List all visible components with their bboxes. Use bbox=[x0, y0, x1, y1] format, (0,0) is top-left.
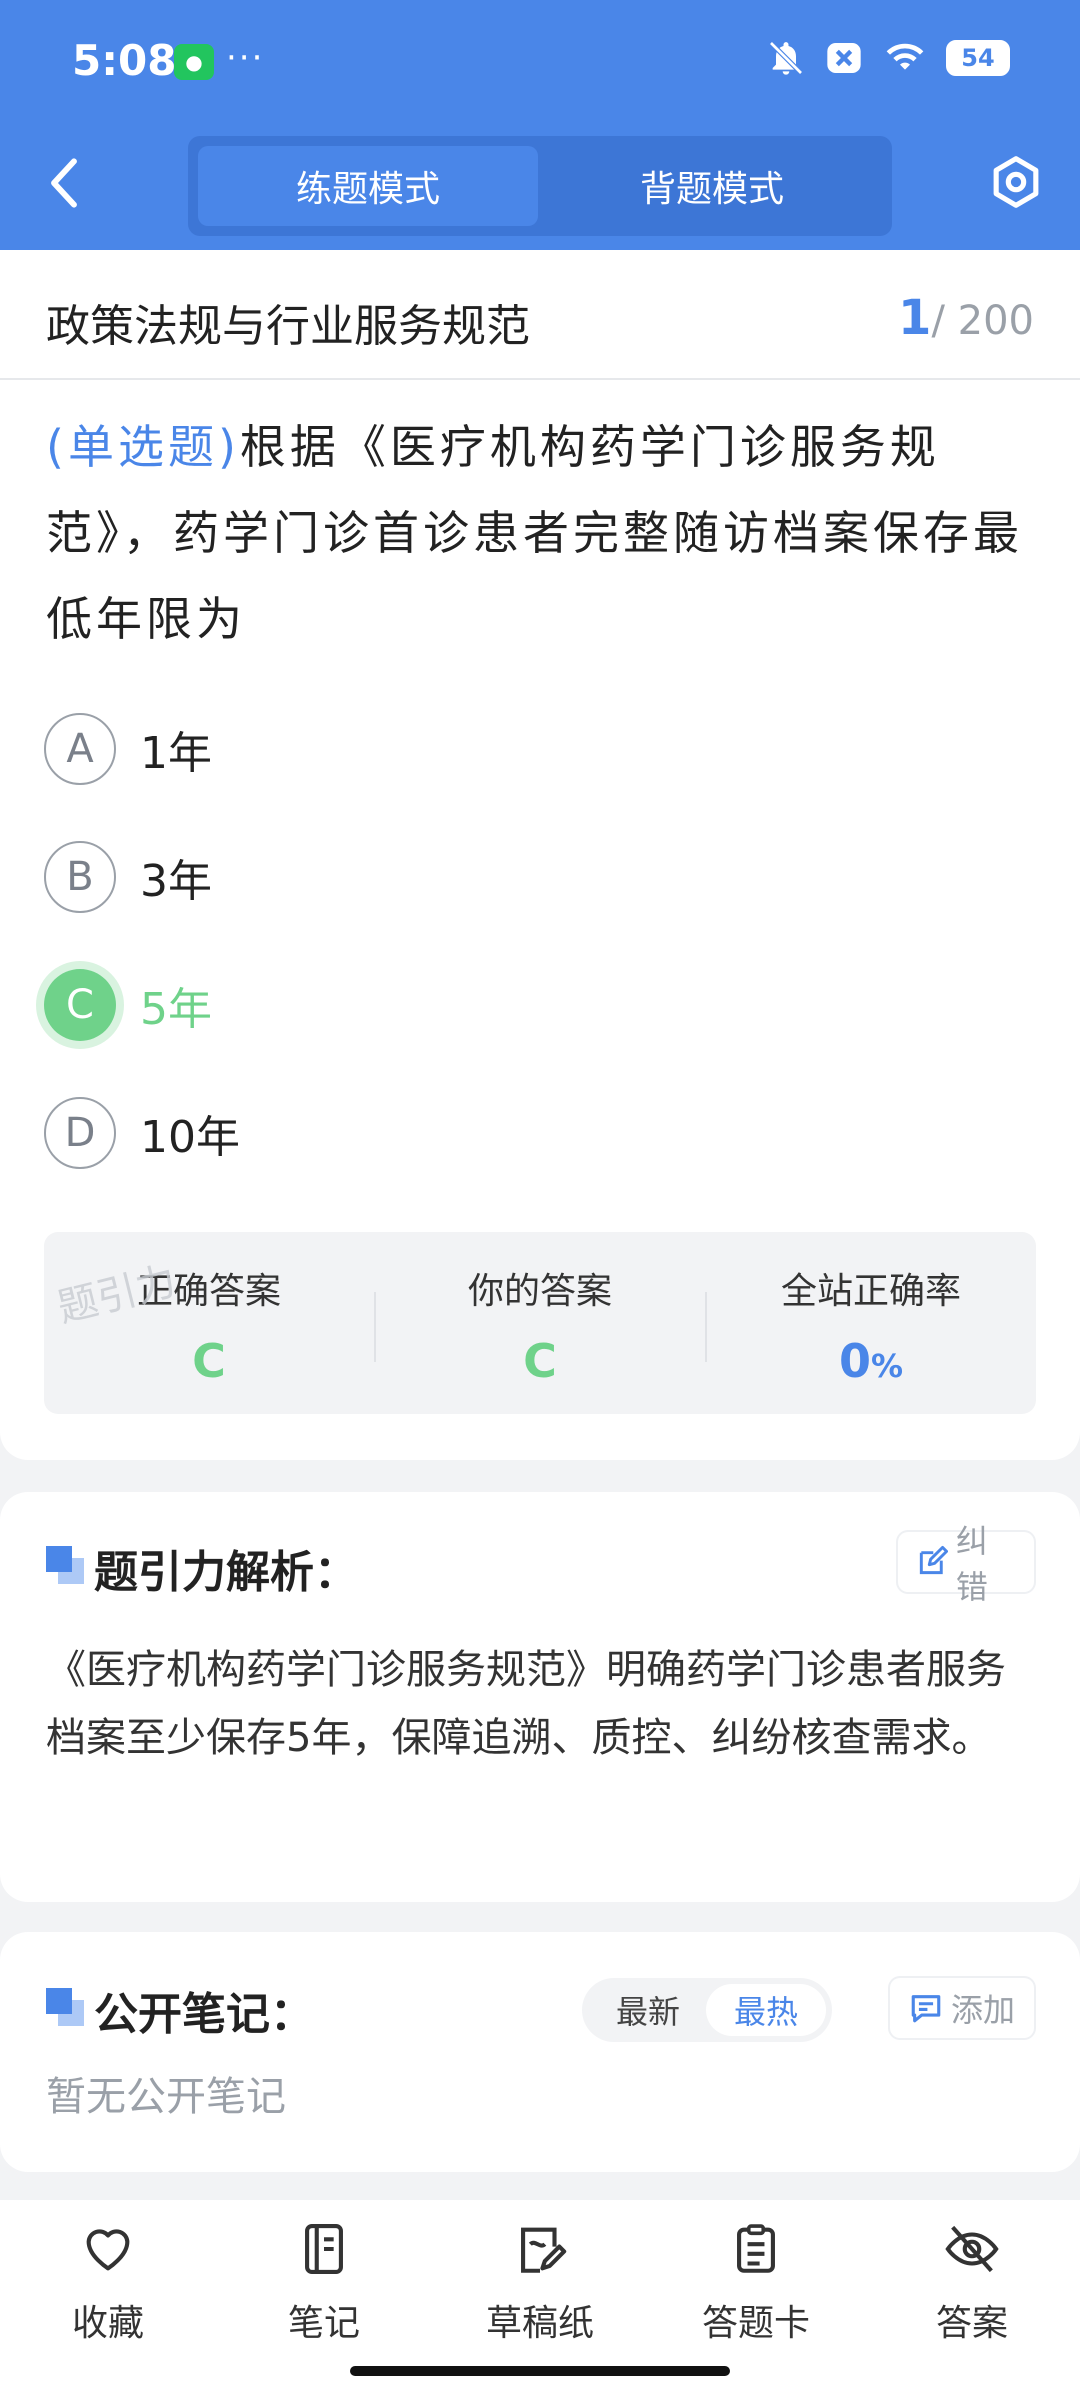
correct-answer-value: C bbox=[192, 1334, 226, 1388]
notebook-icon bbox=[305, 2223, 343, 2275]
sort-hottest[interactable]: 最热 bbox=[706, 1984, 826, 2036]
heart-icon bbox=[86, 2229, 130, 2271]
site-accuracy-number: 0 bbox=[838, 1334, 871, 1388]
settings-icon[interactable] bbox=[988, 154, 1044, 210]
option-letter: D bbox=[44, 1097, 116, 1169]
mode-switch: 练题模式 背题模式 bbox=[188, 136, 892, 236]
site-accuracy: 全站正确率 0% bbox=[706, 1262, 1036, 1388]
answer-sheet-icon bbox=[737, 2224, 775, 2273]
your-answer: 你的答案 C bbox=[375, 1262, 705, 1388]
report-error-button[interactable]: 纠错 bbox=[898, 1522, 1034, 1606]
section-icon bbox=[46, 1546, 84, 1584]
tab-answer[interactable]: 答案 bbox=[872, 2220, 1072, 2346]
analysis-title: 题引力解析： bbox=[94, 1547, 358, 1598]
current-question-number: 1 bbox=[898, 290, 932, 346]
tab-practice-mode[interactable]: 练题模式 bbox=[198, 146, 538, 226]
question-text: (单选题)根据《医疗机构药学门诊服务规范》，药学门诊首诊患者完整随访档案保存最低… bbox=[46, 404, 1036, 662]
back-icon[interactable] bbox=[44, 158, 84, 208]
option-a[interactable]: A 1年 bbox=[44, 712, 212, 786]
option-letter: A bbox=[44, 713, 116, 785]
answer-summary: 正确答案 C 你的答案 C 全站正确率 0% bbox=[44, 1232, 1036, 1414]
notes-title: 公开笔记： bbox=[94, 1989, 314, 2040]
option-d[interactable]: D 10年 bbox=[44, 1096, 240, 1170]
battery-indicator: 54 bbox=[946, 40, 1010, 76]
notes-sort-toggle: 最新 最热 bbox=[582, 1978, 832, 2042]
more-notifications-icon: ··· bbox=[226, 38, 265, 78]
wifi-icon bbox=[886, 43, 924, 70]
bell-off-icon bbox=[769, 41, 803, 75]
sort-newest[interactable]: 最新 bbox=[588, 1984, 708, 2036]
notes-card bbox=[0, 1932, 1080, 2172]
tab-label: 收藏 bbox=[71, 2303, 144, 2344]
tab-label: 草稿纸 bbox=[485, 2303, 594, 2344]
your-answer-value: C bbox=[523, 1334, 557, 1388]
tab-draft-paper[interactable]: 草稿纸 bbox=[440, 2220, 640, 2346]
tab-favorite[interactable]: 收藏 bbox=[8, 2220, 208, 2346]
comment-icon bbox=[911, 1995, 941, 2023]
draft-paper-icon bbox=[521, 2227, 567, 2273]
subject-title: 政策法规与行业服务规范 bbox=[46, 301, 530, 352]
option-text: 1年 bbox=[140, 728, 212, 779]
option-letter: C bbox=[44, 969, 116, 1041]
site-accuracy-value: 0% bbox=[706, 1334, 1036, 1388]
status-time: 5:08 bbox=[72, 36, 177, 85]
add-note-label: 添加 bbox=[950, 1991, 1015, 2029]
analysis-text: 《医疗机构药学门诊服务规范》明确药学门诊患者服务档案至少保存5年，保障追溯、质控… bbox=[46, 1647, 1006, 1761]
tab-answer-sheet[interactable]: 答题卡 bbox=[656, 2220, 856, 2346]
close-box-icon bbox=[827, 43, 861, 73]
tab-label: 笔记 bbox=[287, 2303, 360, 2344]
status-icons: 54 bbox=[766, 38, 1010, 78]
question-counter: 1/ 200 bbox=[898, 290, 1034, 346]
eye-off-icon bbox=[945, 2225, 999, 2273]
site-accuracy-unit: % bbox=[870, 1347, 904, 1385]
option-b[interactable]: B 3年 bbox=[44, 840, 212, 914]
report-error-label: 纠错 bbox=[955, 1522, 988, 1606]
edit-icon bbox=[919, 1545, 948, 1575]
tab-notes[interactable]: 笔记 bbox=[224, 2220, 424, 2346]
option-text: 5年 bbox=[140, 984, 212, 1035]
option-text: 10年 bbox=[140, 1112, 240, 1163]
option-c[interactable]: C 5年 bbox=[44, 968, 212, 1042]
total-questions: / 200 bbox=[931, 298, 1034, 344]
home-indicator[interactable] bbox=[350, 2366, 730, 2376]
option-letter: B bbox=[44, 841, 116, 913]
tab-label: 答案 bbox=[935, 2303, 1008, 2344]
question-type: (单选题) bbox=[46, 420, 240, 474]
your-answer-label: 你的答案 bbox=[467, 1271, 612, 1312]
site-accuracy-label: 全站正确率 bbox=[780, 1271, 961, 1312]
section-icon bbox=[46, 1988, 84, 2026]
option-text: 3年 bbox=[140, 856, 212, 907]
wechat-icon: ● bbox=[174, 44, 214, 80]
empty-notes-text: 暂无公开笔记 bbox=[46, 2074, 286, 2120]
tab-label: 答题卡 bbox=[701, 2303, 810, 2344]
divider bbox=[0, 378, 1080, 380]
top-header: 5:08 ● ··· 54 练题模式 背题模式 bbox=[0, 0, 1080, 250]
tab-memorize-mode[interactable]: 背题模式 bbox=[542, 146, 882, 226]
add-note-button[interactable]: 添加 bbox=[890, 1978, 1034, 2038]
